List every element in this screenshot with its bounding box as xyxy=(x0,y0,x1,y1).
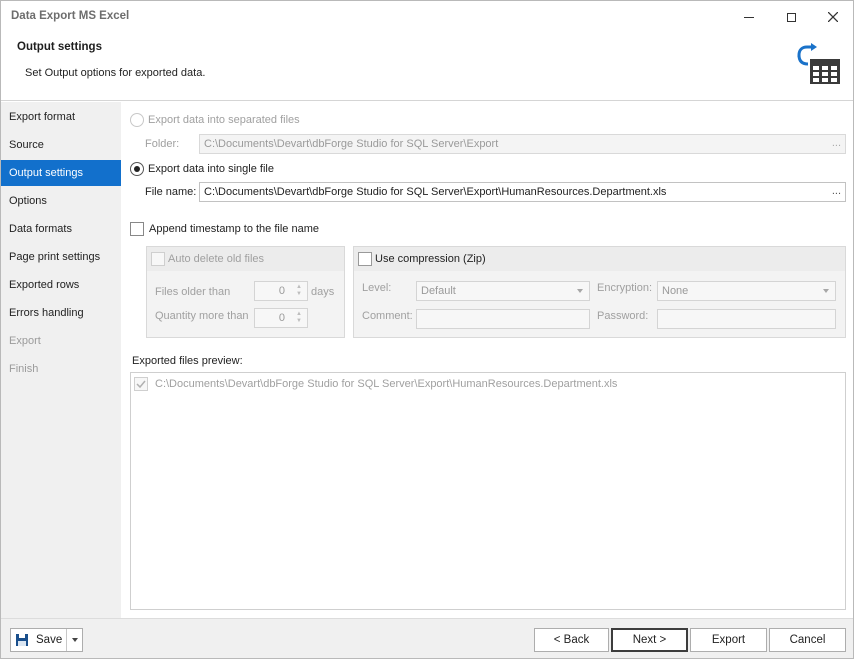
page-title: Output settings xyxy=(17,41,102,53)
use-compression-checkbox[interactable] xyxy=(358,252,372,266)
title-bar: Data Export MS Excel xyxy=(1,1,853,33)
save-button-label: Save xyxy=(36,634,63,646)
auto-delete-checkbox[interactable] xyxy=(151,252,165,266)
encryption-label: Encryption: xyxy=(597,282,653,294)
use-compression-label: Use compression (Zip) xyxy=(375,253,486,265)
list-item[interactable]: C:\Documents\Devart\dbForge Studio for S… xyxy=(134,376,834,392)
file-name-browse-button[interactable]: ... xyxy=(832,183,841,200)
sidebar-item-source[interactable]: Source xyxy=(1,132,121,158)
password-label: Password: xyxy=(597,310,649,322)
encryption-value: None xyxy=(662,285,689,297)
export-wizard-window: Data Export MS Excel Output settings Set… xyxy=(0,0,854,659)
wizard-footer: Save < Back Next > Export Cancel xyxy=(1,618,853,658)
close-icon xyxy=(828,12,838,22)
append-timestamp-label: Append timestamp to the file name xyxy=(149,223,319,235)
auto-delete-label: Auto delete old files xyxy=(168,253,265,265)
window-title: Data Export MS Excel xyxy=(11,10,130,22)
next-button[interactable]: Next > xyxy=(611,628,688,652)
sidebar-item-exported-rows[interactable]: Exported rows xyxy=(1,272,121,298)
compression-group: Use compression (Zip) Level: Default Enc… xyxy=(353,246,846,338)
maximize-icon xyxy=(786,12,796,22)
preview-item-checkbox[interactable] xyxy=(134,377,148,391)
files-older-label: Files older than xyxy=(155,286,231,298)
preview-item-path: C:\Documents\Devart\dbForge Studio for S… xyxy=(155,378,618,390)
level-label: Level: xyxy=(362,282,392,294)
checkmark-icon xyxy=(136,380,146,389)
files-older-value: 0 xyxy=(278,285,285,297)
single-file-radio[interactable] xyxy=(130,162,144,176)
encryption-select[interactable]: None xyxy=(657,281,836,301)
folder-value: C:\Documents\Devart\dbForge Studio for S… xyxy=(204,138,499,150)
file-name-input[interactable]: C:\Documents\Devart\dbForge Studio for S… xyxy=(199,182,846,202)
password-input[interactable] xyxy=(657,309,836,329)
save-dropdown-button[interactable] xyxy=(66,629,82,651)
comment-input[interactable] xyxy=(416,309,590,329)
separated-files-radio[interactable] xyxy=(130,113,144,127)
quantity-stepper[interactable]: 0 ▲ ▼ xyxy=(254,308,308,328)
save-split-button[interactable]: Save xyxy=(10,628,83,652)
file-name-label: File name: xyxy=(145,186,197,198)
quantity-value: 0 xyxy=(278,312,285,324)
chevron-down-icon xyxy=(577,289,583,293)
file-name-value: C:\Documents\Devart\dbForge Studio for S… xyxy=(204,186,667,198)
sidebar-item-options[interactable]: Options xyxy=(1,188,121,214)
minimize-icon xyxy=(744,16,754,18)
sidebar-item-data-formats[interactable]: Data formats xyxy=(1,216,121,242)
folder-input[interactable]: C:\Documents\Devart\dbForge Studio for S… xyxy=(199,134,846,154)
page-subtitle: Set Output options for exported data. xyxy=(25,67,206,79)
radio-selected-dot xyxy=(134,166,140,172)
quantity-more-label: Quantity more than xyxy=(155,310,249,322)
wizard-sidebar: Export format Source Output settings Opt… xyxy=(1,102,121,618)
sidebar-item-export: Export xyxy=(9,335,41,347)
export-button[interactable]: Export xyxy=(690,628,767,652)
sidebar-item-output-settings[interactable]: Output settings xyxy=(1,160,121,186)
single-file-label: Export data into single file xyxy=(148,163,274,175)
preview-label: Exported files preview: xyxy=(132,355,243,367)
sidebar-item-export-format[interactable]: Export format xyxy=(1,104,121,130)
stepper-arrows-icon[interactable]: ▲ ▼ xyxy=(294,284,304,298)
exported-files-preview-list[interactable]: C:\Documents\Devart\dbForge Studio for S… xyxy=(130,372,846,610)
folder-browse-button[interactable]: ... xyxy=(832,135,841,152)
page-header: Output settings Set Output options for e… xyxy=(1,33,853,101)
append-timestamp-checkbox[interactable] xyxy=(130,222,144,236)
minimize-button[interactable] xyxy=(729,5,769,29)
chevron-down-icon xyxy=(823,289,829,293)
maximize-button[interactable] xyxy=(771,5,811,29)
chevron-down-icon xyxy=(72,638,78,642)
close-button[interactable] xyxy=(813,5,853,29)
folder-label: Folder: xyxy=(145,138,180,150)
floppy-disk-icon xyxy=(16,634,28,646)
sidebar-item-finish: Finish xyxy=(9,363,39,375)
sidebar-item-errors-handling[interactable]: Errors handling xyxy=(1,300,121,326)
auto-delete-group: Auto delete old files Files older than 0… xyxy=(146,246,345,338)
stepper-arrows-icon[interactable]: ▲ ▼ xyxy=(294,311,304,325)
level-value: Default xyxy=(421,285,456,297)
level-select[interactable]: Default xyxy=(416,281,590,301)
comment-label: Comment: xyxy=(362,310,413,322)
output-settings-panel: Export data into separated files Folder:… xyxy=(121,102,853,618)
sidebar-item-page-print-settings[interactable]: Page print settings xyxy=(1,244,121,270)
files-older-stepper[interactable]: 0 ▲ ▼ xyxy=(254,281,308,301)
cancel-button[interactable]: Cancel xyxy=(769,628,846,652)
separated-files-label: Export data into separated files xyxy=(148,114,300,126)
back-button[interactable]: < Back xyxy=(534,628,609,652)
export-table-icon xyxy=(797,43,840,84)
days-label: days xyxy=(311,286,335,298)
